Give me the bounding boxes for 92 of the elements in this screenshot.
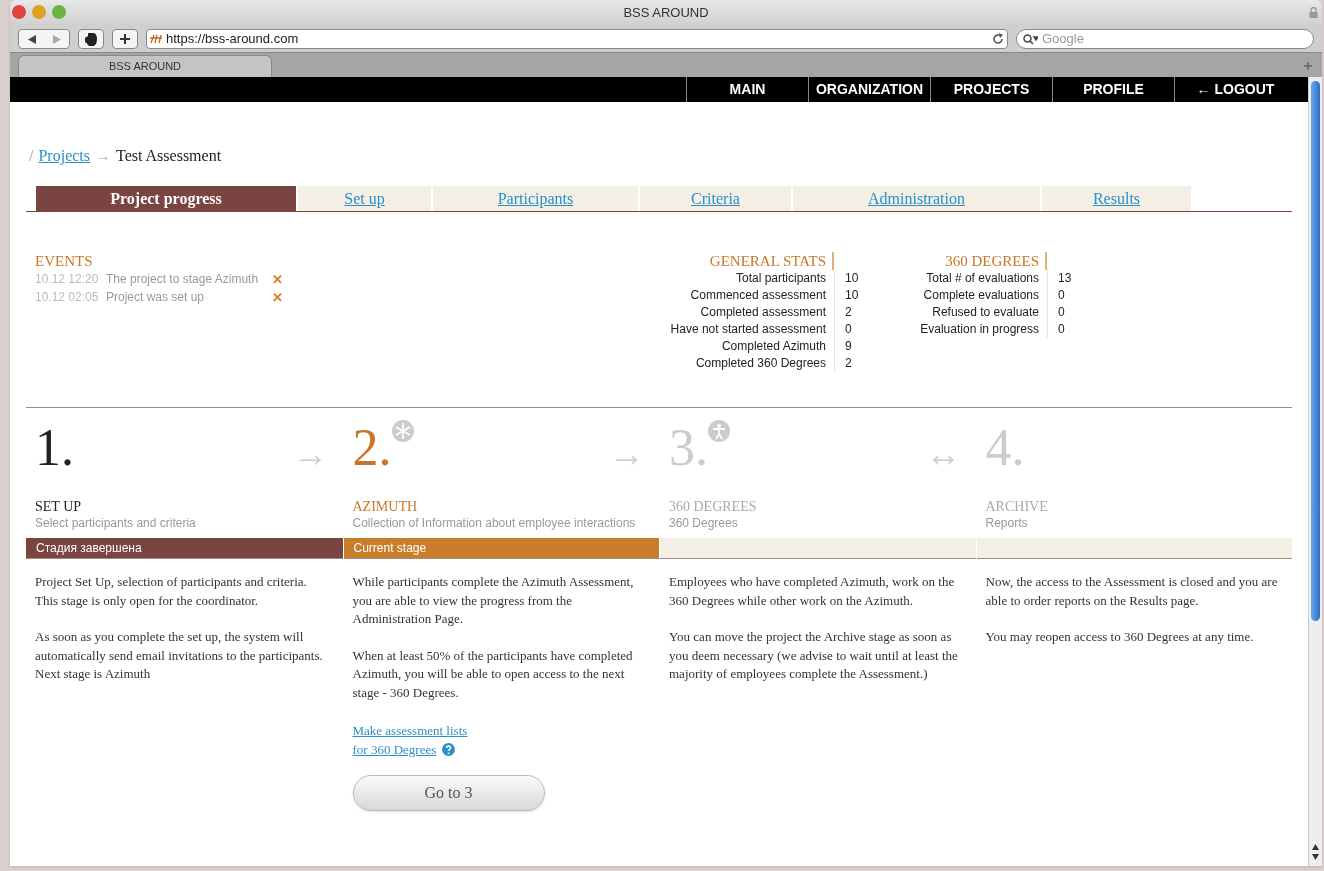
plus-icon: [120, 34, 130, 44]
stage-status-band: Current stage: [343, 538, 659, 559]
stage-description: Project Set Up, selection of participants and criteria. This stage is only open for the coordinator.: [35, 573, 308, 610]
scroll-up-icon[interactable]: [1312, 844, 1319, 850]
evernote-button[interactable]: [78, 29, 104, 49]
remove-button[interactable]: ✕: [272, 272, 283, 286]
arrow-icon: →: [292, 434, 329, 474]
back-forward-buttons[interactable]: [18, 29, 70, 49]
snowflake-icon: [391, 420, 414, 442]
assessment-lists-link[interactable]: Make assessment lists: [352, 722, 468, 741]
breadcrumb-current: Test Assessment: [116, 146, 222, 166]
project-tab[interactable]: Administration: [793, 186, 1040, 211]
window-title: BSS AROUND: [623, 4, 709, 23]
stage-description: You may reopen access to 360 Degrees at any time.: [985, 628, 1255, 646]
nav-link[interactable]: ← LOGOUT: [1174, 77, 1296, 102]
search-icon: [1023, 33, 1038, 45]
stage-number: 1.: [35, 420, 74, 476]
stat-value: 2: [834, 355, 852, 372]
add-bookmark-button[interactable]: [112, 29, 138, 49]
nav-link[interactable]: PROJECTS: [930, 77, 1052, 102]
stage-subtitle: Collection of Information about employee interactions: [351, 515, 637, 532]
stat-value: 9: [834, 338, 852, 355]
stat-label: Have not started assessment: [669, 321, 827, 338]
browser-tab[interactable]: BSS AROUND: [18, 55, 272, 77]
person-icon: [708, 420, 730, 442]
stats-heading: 360 DEGREES: [867, 252, 1047, 270]
event-text: Project was set up: [106, 289, 206, 306]
stat-value: 0: [834, 321, 852, 338]
search-field[interactable]: Google: [1016, 29, 1314, 49]
back-icon[interactable]: [27, 34, 36, 44]
close-button[interactable]: [12, 5, 26, 19]
nav-link[interactable]: MAIN: [686, 77, 808, 102]
scrollbar[interactable]: [1308, 77, 1322, 866]
stat-value: 0: [1047, 287, 1065, 304]
url-text: https://bss-around.com: [166, 30, 300, 49]
stage-title: 360 DEGREES: [668, 498, 758, 515]
search-placeholder: Google: [1042, 30, 1084, 49]
stage-title: AZIMUTH: [351, 498, 419, 515]
project-tab[interactable]: Project progress: [36, 186, 296, 211]
stage-title: SET UP: [34, 498, 83, 515]
stat-label: Complete evaluations: [922, 287, 1040, 304]
stage-subtitle: Select participants and criteria: [34, 515, 197, 532]
event-time: 10.12 02:05: [35, 289, 100, 306]
arrow-icon: ↔: [925, 434, 962, 474]
address-field[interactable]: https://bss-around.com: [146, 29, 1008, 49]
project-tab[interactable]: Criteria: [640, 186, 791, 211]
stat-label: Completed assessment: [699, 304, 827, 321]
stat-label: Completed Azimuth: [720, 338, 827, 355]
scroll-down-icon[interactable]: [1312, 854, 1319, 860]
remove-button[interactable]: ✕: [272, 290, 283, 304]
stat-label: Commenced assessment: [689, 287, 827, 304]
stat-label: Completed 360 Degrees: [694, 355, 827, 372]
stat-label: Refused to evaluate: [931, 304, 1040, 321]
stat-label: Total # of evaluations: [925, 270, 1040, 287]
stage-subtitle: 360 Degrees: [668, 515, 739, 532]
stage-description: While participants complete the Azimuth Assessment, you are able to view the progress from the Administration Page.: [352, 573, 635, 628]
stage-description: Employees who have completed Azimuth, work on the 360 Degrees while other work on the Azimuth.: [669, 573, 956, 610]
stage-subtitle: Reports: [984, 515, 1029, 532]
project-tab[interactable]: Set up: [298, 186, 431, 211]
breadcrumb-separator: /: [29, 146, 34, 166]
stat-value: 2: [834, 304, 852, 321]
stage-description: Now, the access to the Assessment is closed and you are able to order reports on the Results page.: [985, 573, 1278, 610]
stat-value: 10: [834, 287, 859, 304]
help-icon[interactable]: [442, 743, 456, 757]
assessment-lists-link[interactable]: for 360 Degrees: [352, 740, 437, 759]
breadcrumb-arrow: →: [95, 146, 111, 166]
stats-heading: GENERAL STATS: [639, 252, 834, 270]
stage-description: You can move the project the Archive stage as soon as you deem necessary (we advise to wait until at least the majority of employees complete the Assessment.): [669, 628, 959, 683]
stage-status-band: Стадия завершена: [26, 538, 343, 559]
stat-label: Total participants: [734, 270, 827, 287]
stat-value: 0: [1047, 304, 1065, 321]
event-time: 10.12 12:20: [35, 271, 100, 288]
project-tab[interactable]: Results: [1042, 186, 1191, 211]
stage-title: ARCHIVE: [984, 498, 1049, 515]
stage-number: 2.: [352, 420, 392, 476]
stat-label: Evaluation in progress: [919, 321, 1040, 338]
arrow-icon: →: [609, 434, 645, 474]
event-text: The project to stage Azimuth: [106, 271, 260, 288]
site-icon: [150, 34, 162, 44]
project-tab[interactable]: Participants: [433, 186, 638, 211]
nav-link[interactable]: ORGANIZATION: [808, 77, 930, 102]
nav-link[interactable]: PROFILE: [1052, 77, 1174, 102]
stat-value: 0: [1047, 321, 1065, 338]
stat-value: 13: [1047, 270, 1072, 287]
stage-description: When at least 50% of the participants have completed Azimuth, you will be able to open access to the next stage - 360 Degrees.: [352, 646, 634, 702]
breadcrumb-link[interactable]: Projects: [38, 144, 90, 168]
reload-icon[interactable]: [992, 33, 1004, 45]
stage-description: As soon as you complete the set up, the system will automatically send email invitations to the participants. Next stage is Azimuth: [35, 628, 324, 683]
stat-value: 10: [834, 270, 859, 287]
events-heading: EVENTS: [35, 252, 94, 270]
lock-icon: [1309, 7, 1318, 18]
go-to-button[interactable]: Go to 3: [352, 775, 545, 811]
